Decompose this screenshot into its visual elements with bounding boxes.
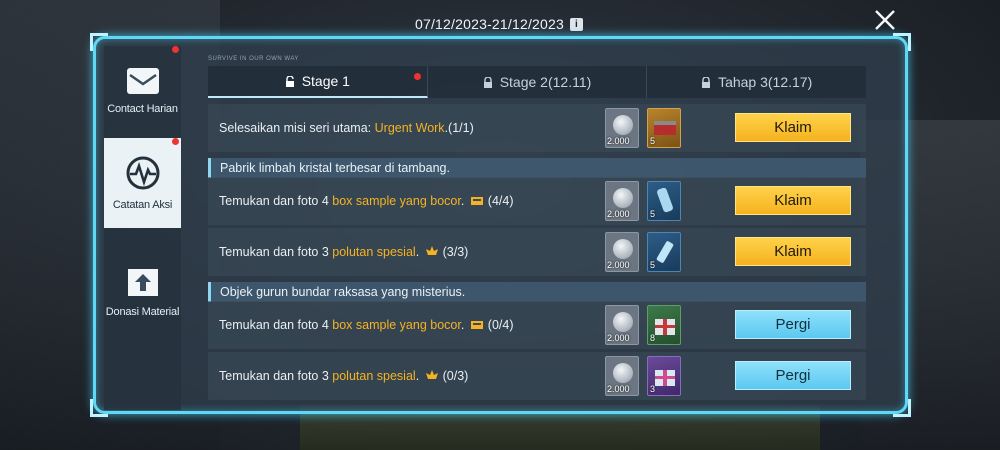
sidebar-item-catatan-aksi[interactable]: Catatan Aksi <box>104 138 181 228</box>
reward-amount: 2.000 <box>607 209 630 219</box>
silver-coin-icon <box>613 363 633 383</box>
reward-count: 5 <box>650 209 656 219</box>
task-text-prefix: Temukan dan foto 4 <box>219 318 333 332</box>
close-button[interactable] <box>870 6 900 34</box>
event-date-range: 07/12/2023-21/12/2023 i <box>415 16 583 32</box>
donation-box-icon <box>127 269 158 296</box>
reward-amount: 2.000 <box>607 384 630 394</box>
reward-coin[interactable]: 2.000 <box>605 108 639 148</box>
notification-dot <box>172 138 179 145</box>
task-highlight: polutan spesial <box>332 245 416 259</box>
task-text: Temukan dan foto 3 polutan spesial. (3/3… <box>219 245 468 259</box>
task-text-suffix: . <box>460 318 468 332</box>
task-highlight: box sample yang bocor <box>332 318 461 332</box>
notification-dot <box>414 73 421 80</box>
tab-stage-2[interactable]: Stage 2(12.11) <box>428 66 648 98</box>
tab-stage-1[interactable]: Stage 1 <box>208 66 428 98</box>
watermark-text: SURVIVE IN OUR OWN WAY <box>208 56 299 62</box>
info-icon[interactable]: i <box>570 17 583 31</box>
reward-count: 5 <box>650 136 656 146</box>
go-button[interactable]: Pergi <box>735 310 851 339</box>
lock-icon <box>702 76 711 88</box>
section-header: Objek gurun bundar raksasa yang misteriu… <box>208 282 866 302</box>
sidebar-item-label: Donasi Material <box>105 306 180 318</box>
task-text-suffix: . <box>460 194 468 208</box>
mail-icon <box>126 68 159 94</box>
task-progress: (4/4) <box>487 194 514 208</box>
task-text: Temukan dan foto 4 box sample yang bocor… <box>219 318 514 332</box>
sidebar-item-label: Catatan Aksi <box>112 199 173 211</box>
close-icon <box>875 10 895 30</box>
claim-button[interactable]: Klaim <box>735 186 851 215</box>
reward-amount: 2.000 <box>607 260 630 270</box>
task-text-suffix: . <box>415 245 423 259</box>
task-text-prefix: Selesaikan misi seri utama: <box>219 121 375 135</box>
silver-coin-icon <box>613 312 633 332</box>
date-range-text: 07/12/2023-21/12/2023 <box>415 16 564 32</box>
sample-box-icon <box>470 321 483 329</box>
task-highlight: Urgent Work <box>374 121 445 135</box>
task-highlight: polutan spesial <box>332 369 416 383</box>
reward-coin[interactable]: 2.000 <box>605 181 639 221</box>
tab-tahap-3[interactable]: Tahap 3(12.17) <box>647 66 866 98</box>
reward-amount: 2.000 <box>607 333 630 343</box>
silver-coin-icon <box>613 188 633 208</box>
sidebar: Contact Harian Catatan Aksi Donasi Mater… <box>104 46 181 410</box>
reward-coin[interactable]: 2.000 <box>605 232 639 272</box>
claim-button[interactable]: Klaim <box>735 113 851 142</box>
reward-count: 8 <box>650 333 656 343</box>
reward-coin[interactable]: 2.000 <box>605 305 639 345</box>
task-text: Temukan dan foto 4 box sample yang bocor… <box>219 194 514 208</box>
task-progress: (3/3) <box>442 245 469 259</box>
sidebar-item-label: Contact Harian <box>107 103 178 115</box>
sidebar-item-donasi-material[interactable]: Donasi Material <box>104 246 181 336</box>
sample-box-icon <box>470 197 483 205</box>
task-text: Selesaikan misi seri utama: Urgent Work.… <box>219 121 474 135</box>
reward-item[interactable]: 5 <box>647 232 681 272</box>
reward-coin[interactable]: 2.000 <box>605 356 639 396</box>
reward-item[interactable]: 8 <box>647 305 681 345</box>
reward-item[interactable]: 5 <box>647 181 681 221</box>
notification-dot <box>172 46 179 53</box>
reward-item[interactable]: 5 <box>647 108 681 148</box>
task-text: Temukan dan foto 3 polutan spesial. (0/3… <box>219 369 468 383</box>
tab-label: Stage 2(12.11) <box>499 74 592 90</box>
task-text-suffix: .(1/1) <box>444 121 474 135</box>
pollutant-icon <box>425 246 438 255</box>
frame-corner <box>893 33 911 51</box>
silver-coin-icon <box>613 115 633 135</box>
reward-count: 3 <box>650 384 656 394</box>
task-text-prefix: Temukan dan foto 4 <box>219 194 333 208</box>
task-highlight: box sample yang bocor <box>332 194 461 208</box>
task-text-prefix: Temukan dan foto 3 <box>219 369 333 383</box>
pulse-icon <box>126 156 159 190</box>
task-progress: (0/3) <box>442 369 469 383</box>
task-text-suffix: . <box>415 369 423 383</box>
section-header: Pabrik limbah kristal terbesar di tamban… <box>208 158 866 178</box>
claim-button[interactable]: Klaim <box>735 237 851 266</box>
frame-corner <box>893 399 911 417</box>
tab-label: Stage 1 <box>301 73 350 89</box>
silver-coin-icon <box>613 239 633 259</box>
reward-count: 5 <box>650 260 656 270</box>
reward-amount: 2.000 <box>607 136 630 146</box>
go-button[interactable]: Pergi <box>735 361 851 390</box>
sidebar-item-contact-harian[interactable]: Contact Harian <box>104 46 181 136</box>
reward-item[interactable]: 3 <box>647 356 681 396</box>
task-text-prefix: Temukan dan foto 3 <box>219 245 333 259</box>
task-progress: (0/4) <box>487 318 514 332</box>
unlock-icon <box>285 75 294 87</box>
stage-tabs: Stage 1 Stage 2(12.11) Tahap 3(12.17) <box>208 66 866 98</box>
lock-icon <box>483 76 492 88</box>
tab-label: Tahap 3(12.17) <box>718 74 813 90</box>
pollutant-icon <box>425 370 438 379</box>
